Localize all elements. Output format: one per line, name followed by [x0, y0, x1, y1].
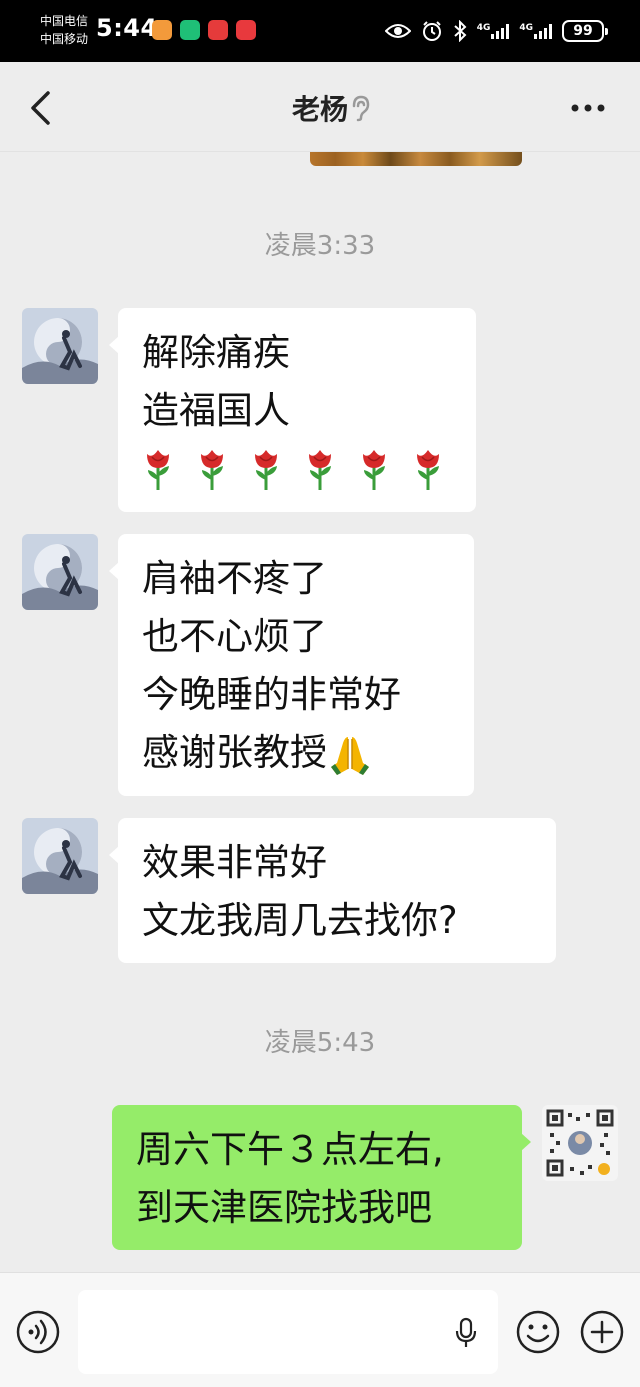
- carrier-1: 中国电信: [40, 14, 89, 28]
- signal-icon-2: 4G: [519, 23, 552, 39]
- bubble-tail: [109, 562, 119, 580]
- message-bubble-incoming[interactable]: 效果非常好 文龙我周几去找你?: [109, 818, 556, 963]
- ear-icon: [352, 95, 370, 122]
- emoji-icon[interactable]: [516, 1310, 560, 1354]
- contact-avatar[interactable]: [22, 308, 98, 384]
- message-line: 也不心烦了: [142, 615, 327, 658]
- bluetooth-icon: [454, 20, 467, 42]
- rose-icon: [363, 450, 385, 490]
- message-line: 肩袖不疼了: [142, 557, 327, 600]
- message-bubble-outgoing[interactable]: 周六下午３点左右, 到天津医院找我吧: [112, 1105, 531, 1250]
- message-line: 解除痛疾: [142, 331, 290, 374]
- signal-icon-1: 4G: [477, 23, 510, 39]
- network-type-1: 4G: [476, 23, 491, 33]
- chat-input-bar: [0, 1272, 640, 1387]
- voice-mode-icon[interactable]: [16, 1310, 60, 1354]
- message-bubble-incoming[interactable]: 解除痛疾 造福国人: [109, 308, 476, 512]
- battery-icon: 99: [562, 20, 608, 42]
- chat-timestamp: 凌晨5:43: [264, 1028, 376, 1058]
- rose-icon: [147, 450, 169, 490]
- chat-title: 老杨: [291, 93, 348, 126]
- carrier-info: 中国电信 中国移动: [40, 12, 88, 48]
- rose-icon: [417, 450, 439, 490]
- alarm-icon: [422, 21, 441, 41]
- battery-level: 99: [573, 23, 593, 39]
- contact-avatar[interactable]: [22, 534, 98, 610]
- message-line: 效果非常好: [142, 841, 327, 884]
- contact-avatar[interactable]: [22, 818, 98, 894]
- message-input[interactable]: [78, 1290, 498, 1374]
- message-line: 文龙我周几去找你?: [142, 899, 458, 942]
- chat-timestamp: 凌晨3:33: [264, 231, 376, 261]
- message-line: 到天津医院找我吧: [136, 1186, 432, 1229]
- chat-header: 老杨: [0, 62, 640, 152]
- message-line: 感谢张教授: [142, 731, 327, 774]
- bubble-tail: [521, 1133, 531, 1151]
- message-bubble-incoming[interactable]: 肩袖不疼了 也不心烦了 今晚睡的非常好 感谢张教授: [109, 534, 474, 796]
- more-dots-icon[interactable]: [570, 102, 606, 114]
- carrier-2: 中国移动: [40, 32, 89, 46]
- huawei-app-icon: [208, 20, 228, 40]
- mic-icon[interactable]: [454, 1317, 478, 1349]
- status-indicators: 4G 4G 99: [384, 16, 608, 46]
- status-time: 5:44: [96, 14, 158, 42]
- rose-icon: [201, 450, 223, 490]
- eye-icon: [384, 24, 411, 38]
- hourglass-app-icon: [180, 20, 200, 40]
- rose-icon: [309, 450, 331, 490]
- praying-hands-icon: [331, 736, 369, 775]
- plus-icon[interactable]: [580, 1310, 624, 1354]
- rose-icon: [255, 450, 277, 490]
- video-app-icon: [236, 20, 256, 40]
- status-bar: 中国电信 中国移动 5:44 4G 4G 99: [0, 0, 640, 62]
- health-app-icon: [152, 20, 172, 40]
- bubble-tail: [109, 336, 119, 354]
- message-line: 今晚睡的非常好: [142, 673, 401, 716]
- image-message-thumbnail[interactable]: [310, 152, 522, 166]
- message-line: 周六下午３点左右,: [136, 1128, 444, 1171]
- message-line: 造福国人: [142, 389, 290, 432]
- my-avatar[interactable]: [542, 1105, 618, 1181]
- bubble-tail: [109, 846, 119, 864]
- rose-emoji-row: [142, 440, 452, 498]
- message-line-with-emoji: 感谢张教授: [142, 724, 450, 782]
- network-type-2: 4G: [519, 23, 533, 33]
